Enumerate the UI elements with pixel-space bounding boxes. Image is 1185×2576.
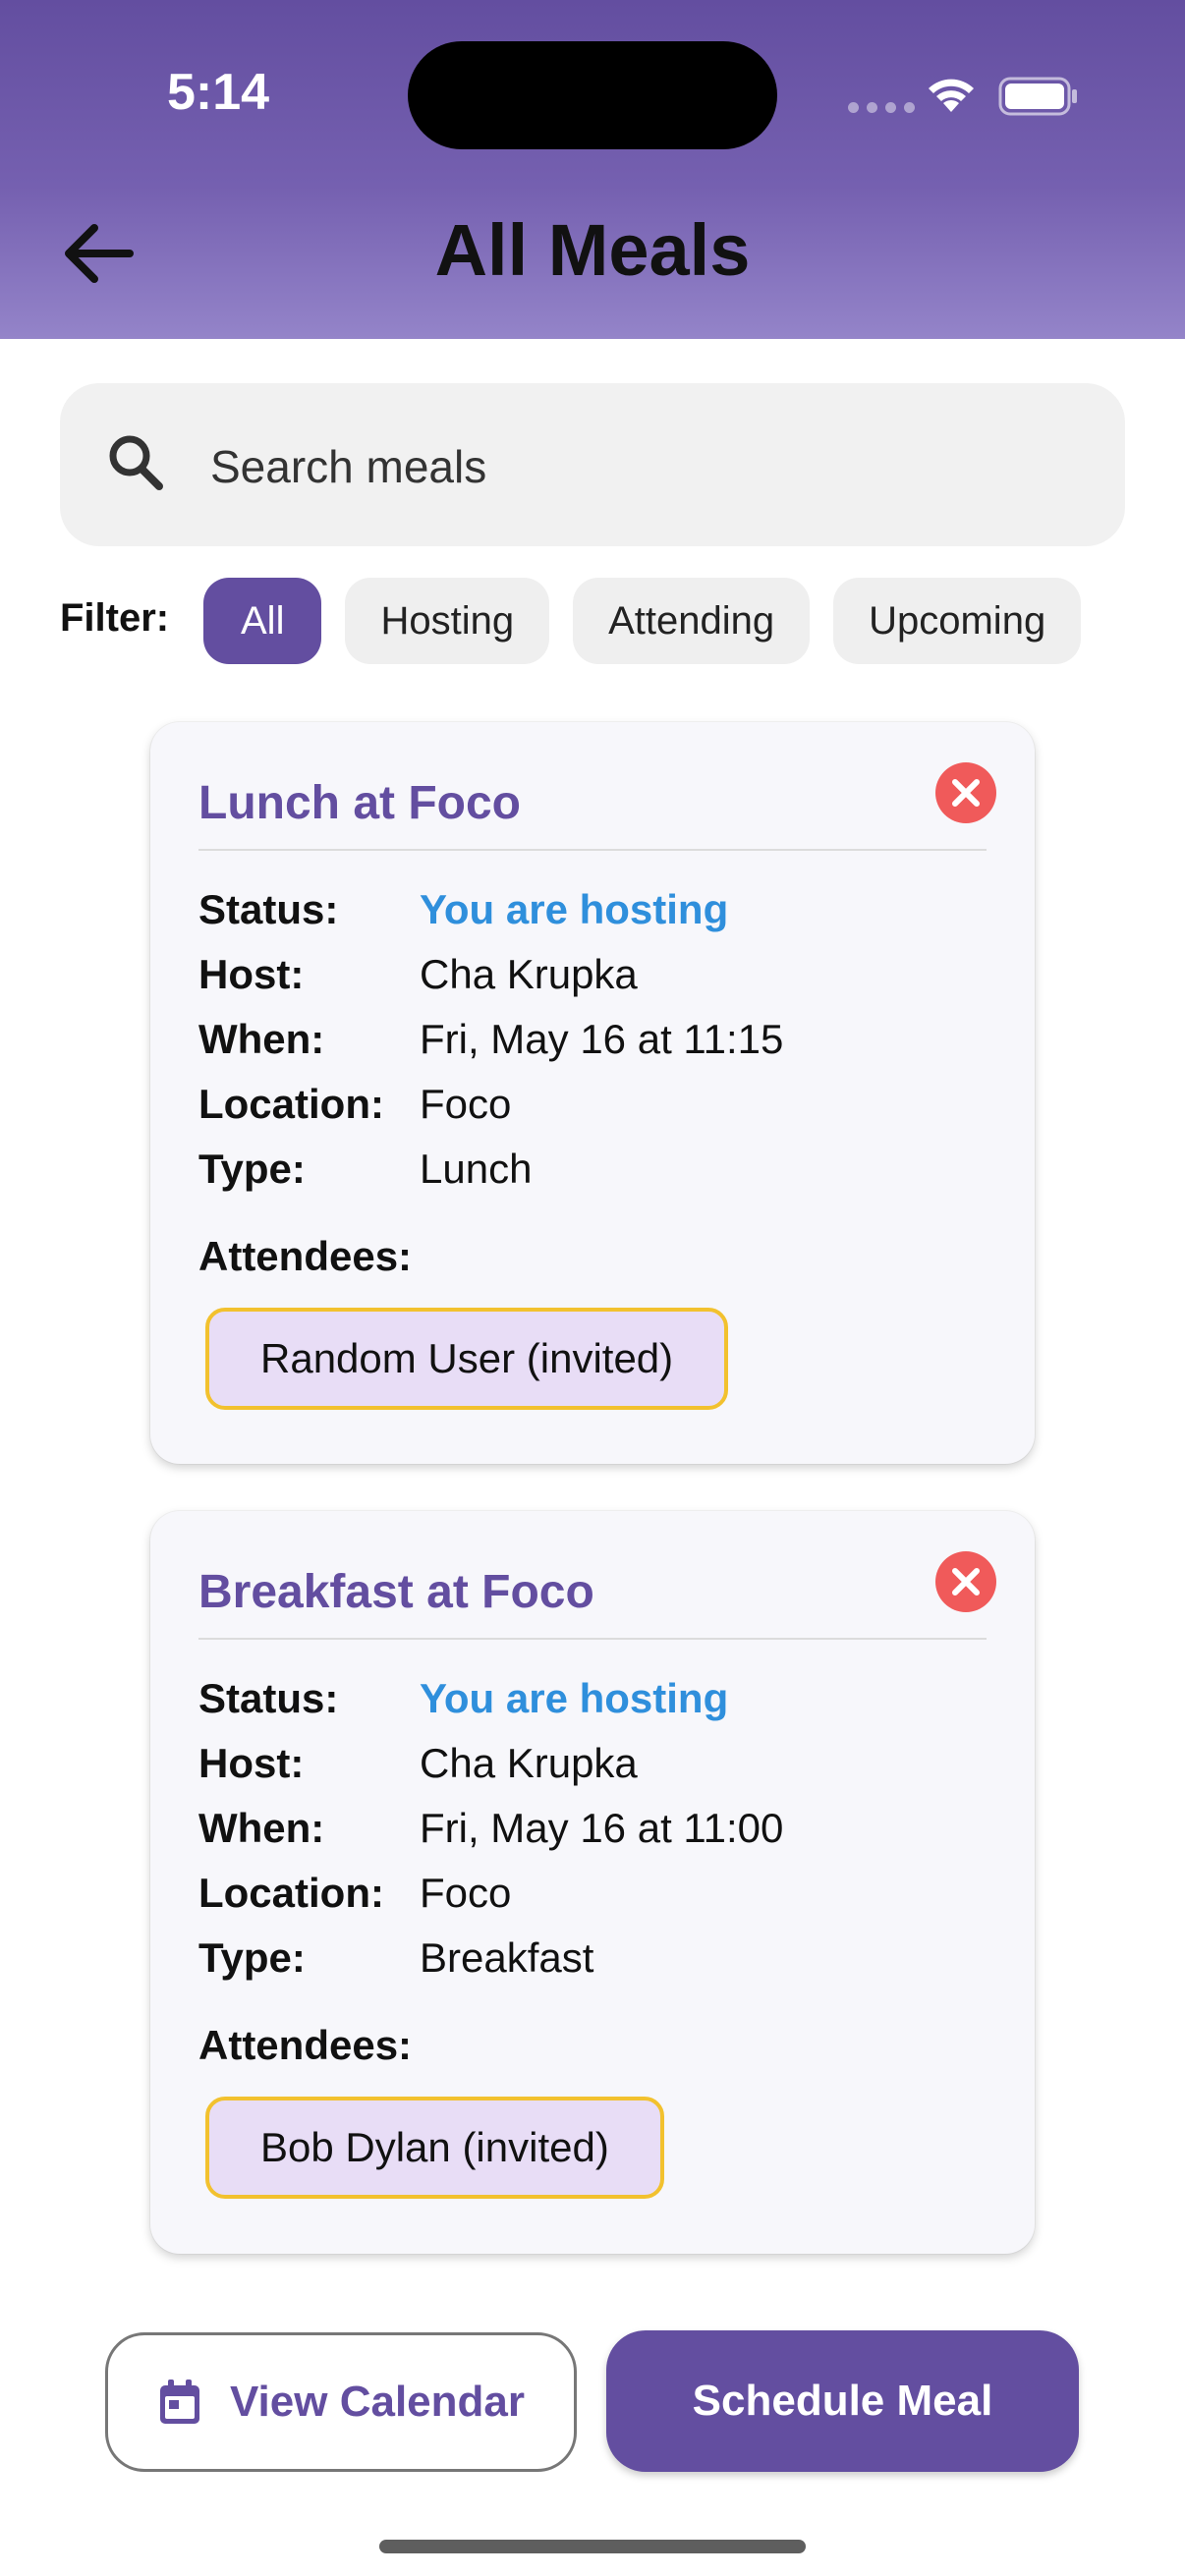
battery-icon — [998, 77, 1077, 116]
card-divider — [198, 849, 987, 851]
when-value: Fri, May 16 at 11:00 — [420, 1805, 784, 1851]
location-label: Location: — [198, 1081, 384, 1127]
app-header: 5:14 All Meals — [0, 0, 1185, 339]
type-label: Type: — [198, 1146, 306, 1192]
filter-chip-attending[interactable]: Attending — [573, 578, 811, 664]
attendee-chip[interactable]: Random User (invited) — [205, 1308, 729, 1410]
search-input[interactable] — [210, 432, 1095, 501]
location-value: Foco — [420, 1870, 512, 1916]
meal-title: Breakfast at Foco — [198, 1566, 594, 1618]
when-value: Fri, May 16 at 11:15 — [420, 1016, 784, 1062]
filter-chip-all[interactable]: All — [203, 578, 322, 664]
meal-card[interactable]: Breakfast at Foco Status: You are hosting… — [150, 1511, 1035, 2254]
type-value: Lunch — [420, 1146, 533, 1192]
close-circle-icon[interactable] — [934, 1550, 997, 1613]
view-calendar-label: View Calendar — [230, 2378, 525, 2426]
status-row: Status: You are hosting — [198, 1666, 783, 1731]
host-row: Host: Cha Krupka — [198, 1731, 783, 1796]
cellular-signal-icon — [848, 102, 915, 113]
when-label: When: — [198, 1016, 325, 1062]
type-value: Breakfast — [420, 1934, 594, 1981]
attendee-chip[interactable]: Bob Dylan (invited) — [205, 2097, 664, 2199]
page-title: All Meals — [434, 209, 751, 291]
type-row: Type: Breakfast — [198, 1926, 783, 1990]
attendees-label: Attendees: — [198, 1233, 413, 1279]
host-value: Cha Krupka — [420, 951, 638, 997]
attendees-label: Attendees: — [198, 2022, 413, 2068]
location-label: Location: — [198, 1870, 384, 1916]
status-value: You are hosting — [420, 886, 729, 932]
status-row: Status: You are hosting — [198, 877, 783, 942]
type-label: Type: — [198, 1934, 306, 1981]
status-label: Status: — [198, 1675, 339, 1721]
filter-chip-upcoming[interactable]: Upcoming — [833, 578, 1082, 664]
wifi-icon — [929, 79, 974, 112]
type-row: Type: Lunch — [198, 1137, 783, 1202]
schedule-meal-button[interactable]: Schedule Meal — [606, 2330, 1079, 2472]
view-calendar-button[interactable]: View Calendar — [105, 2332, 577, 2472]
when-row: When: Fri, May 16 at 11:00 — [198, 1796, 783, 1861]
filter-label: Filter: — [60, 596, 170, 640]
location-row: Location: Foco — [198, 1861, 783, 1926]
host-label: Host: — [198, 951, 305, 997]
host-value: Cha Krupka — [420, 1740, 638, 1786]
host-row: Host: Cha Krupka — [198, 942, 783, 1007]
location-row: Location: Foco — [198, 1072, 783, 1137]
host-label: Host: — [198, 1740, 305, 1786]
filter-chips: All Hosting Attending Upcoming — [203, 578, 1125, 664]
status-label: Status: — [198, 886, 339, 932]
schedule-meal-label: Schedule Meal — [692, 2377, 993, 2425]
meal-title: Lunch at Foco — [198, 777, 521, 829]
meal-card[interactable]: Lunch at Foco Status: You are hosting Hos… — [150, 722, 1035, 1464]
dynamic-island — [408, 41, 777, 149]
card-divider — [198, 1638, 987, 1640]
status-bar-time: 5:14 — [167, 64, 270, 121]
calendar-icon — [160, 2380, 199, 2424]
location-value: Foco — [420, 1081, 512, 1127]
filter-chip-hosting[interactable]: Hosting — [345, 578, 550, 664]
status-value: You are hosting — [420, 1675, 729, 1721]
when-label: When: — [198, 1805, 325, 1851]
close-circle-icon[interactable] — [934, 761, 997, 824]
home-indicator — [379, 2540, 806, 2553]
when-row: When: Fri, May 16 at 11:15 — [198, 1007, 783, 1072]
search-icon — [109, 435, 163, 490]
